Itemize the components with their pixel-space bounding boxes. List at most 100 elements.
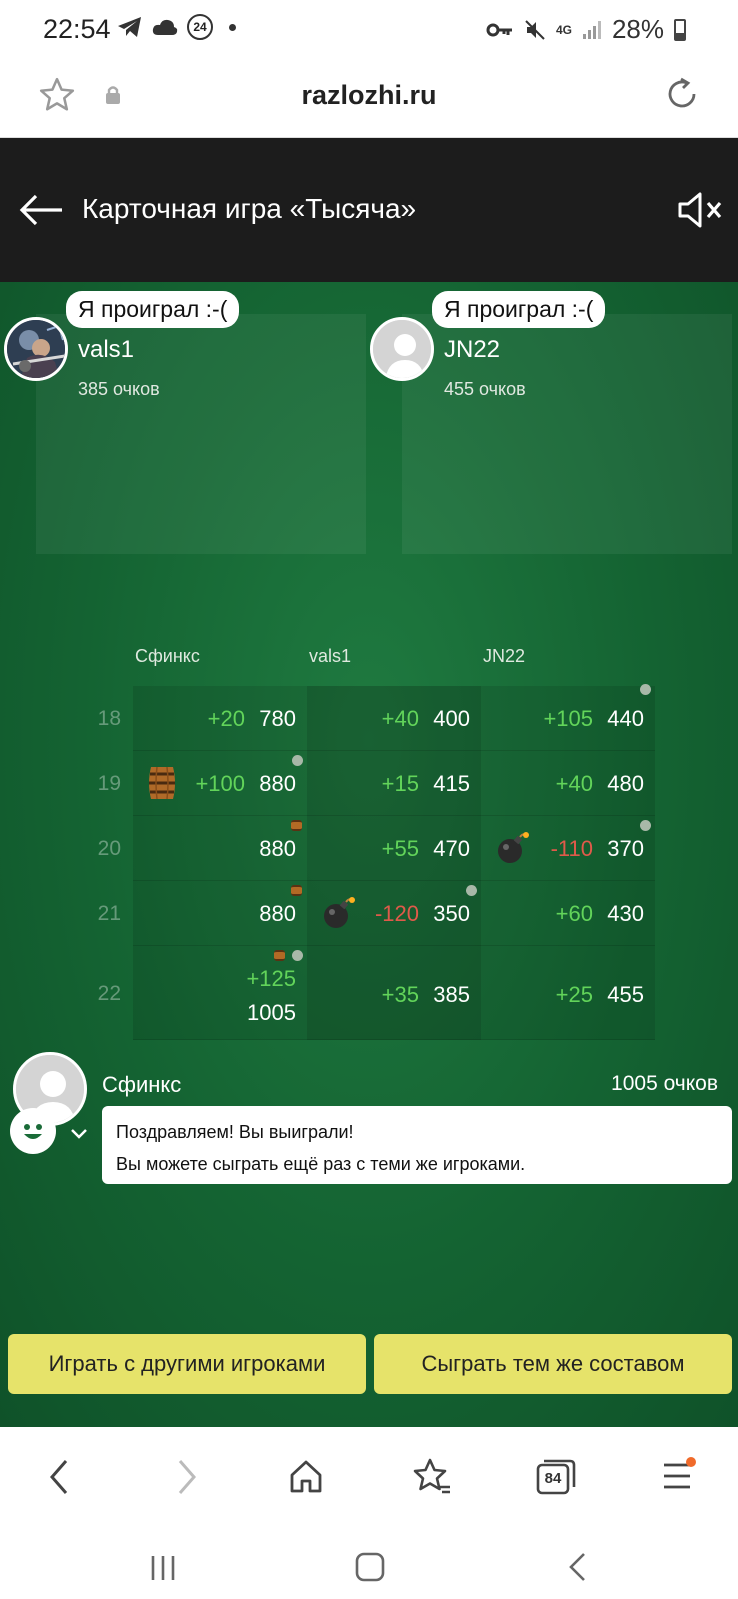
badge-24-icon: 24: [187, 14, 213, 40]
recent-apps-icon[interactable]: [148, 1553, 178, 1583]
home-icon[interactable]: [288, 1457, 324, 1495]
chevron-down-icon[interactable]: [70, 1128, 88, 1140]
round-number: 21: [97, 902, 121, 925]
table-row: 21 880 -120 350 +60 430: [98, 881, 655, 946]
play-with-others-button[interactable]: Играть с другими игроками: [8, 1334, 366, 1394]
score-delta: +100: [195, 771, 245, 796]
table-row: 22 +125 1005 +35 385 +25 455: [98, 946, 655, 1040]
back-icon[interactable]: [46, 1457, 72, 1497]
score-total: 350: [433, 901, 470, 926]
barrel-mark-icon: [274, 950, 285, 961]
score-cell: +40 480: [481, 751, 655, 816]
dealer-dot-icon: [640, 820, 651, 831]
home-system-icon[interactable]: [354, 1551, 386, 1583]
score-delta: -110: [550, 836, 593, 861]
status-bar: 22:54 24 4G 28%: [0, 0, 738, 58]
game-table: Я проиграл :-( vals1 385 очков Я проигра…: [0, 282, 738, 1427]
back-system-icon[interactable]: [566, 1551, 588, 1583]
bookmarks-star-icon[interactable]: [412, 1457, 452, 1497]
dealer-dot-icon: [466, 885, 477, 896]
signal-icon: [582, 20, 601, 39]
score-total: 370: [607, 836, 644, 861]
tabs-button[interactable]: 84: [536, 1457, 576, 1497]
column-header-jn22: JN22: [483, 646, 526, 666]
score-cell: +20 780: [133, 686, 307, 751]
score-cell: +25 455: [481, 946, 655, 1040]
score-delta: +40: [555, 771, 593, 796]
message-box: Поздравляем! Вы выиграли! Вы можете сыгр…: [102, 1106, 732, 1184]
score-total: 880: [259, 771, 296, 796]
score-delta: -120: [374, 901, 419, 926]
column-header-sphinx: Сфинкс: [135, 646, 200, 666]
message-line: Вы можете сыграть ещё раз с теми же игро…: [116, 1154, 526, 1174]
score-total: 470: [433, 836, 470, 861]
score-cell: +100 880: [133, 751, 307, 816]
score-total: 385: [433, 982, 470, 1007]
avatar-jn22[interactable]: [370, 317, 434, 381]
notification-dot-icon: [686, 1457, 696, 1467]
dealer-dot-icon: [292, 950, 303, 961]
bomb-icon: [498, 832, 529, 863]
score-total: 780: [259, 706, 296, 731]
score-total: 455: [607, 982, 644, 1007]
forward-icon[interactable]: [174, 1457, 200, 1497]
tabs-count: 84: [544, 1469, 562, 1487]
battery-icon: [674, 18, 686, 41]
round-number: 18: [97, 707, 121, 730]
round-number: 22: [97, 982, 121, 1005]
score-cell: -120 350: [307, 881, 481, 946]
sound-off-icon[interactable]: [676, 190, 724, 230]
mute-vibrate-icon: [525, 19, 545, 40]
address-bar: razlozhi.ru: [0, 58, 738, 138]
score-cell: +55 470: [307, 816, 481, 881]
dealer-dot-icon: [640, 684, 651, 695]
score-delta: +125: [246, 966, 296, 991]
reload-icon[interactable]: [664, 76, 700, 112]
avatar-vals1[interactable]: [4, 317, 68, 381]
winner-name: Сфинкс: [102, 1072, 182, 1097]
page-title: Карточная игра «Тысяча»: [82, 193, 417, 224]
bomb-icon: [324, 897, 355, 928]
score-total: 415: [433, 771, 470, 796]
battery-level: 28%: [611, 14, 664, 44]
score-cell: 880: [133, 816, 307, 881]
score-cell: -110 370: [481, 816, 655, 881]
emoji-button[interactable]: [10, 1108, 56, 1154]
score-delta: +60: [555, 901, 593, 926]
back-arrow-icon[interactable]: [18, 193, 64, 227]
url-field[interactable]: razlozhi.ru: [0, 80, 738, 111]
column-header-vals1: vals1: [309, 646, 352, 666]
score-delta: +15: [381, 771, 419, 796]
barrel-icon: [149, 766, 175, 800]
winner-block: Сфинкс 1005 очков Поздравляем! Вы выигра…: [0, 1052, 738, 1192]
score-total: 480: [607, 771, 644, 796]
network-type: 4G: [555, 22, 572, 37]
score-total: 400: [433, 706, 470, 731]
score-delta: +55: [381, 836, 419, 861]
score-cell: +60 430: [481, 881, 655, 946]
barrel-mark-icon: [291, 820, 302, 831]
system-navigation-bar: [0, 1537, 738, 1599]
app-header: Карточная игра «Тысяча»: [0, 138, 738, 282]
player-name-jn22: JN22: [444, 336, 501, 363]
round-number: 20: [97, 837, 121, 860]
score-cell: +125 1005: [133, 946, 307, 1040]
play-same-players-button[interactable]: Сыграть тем же составом: [374, 1334, 732, 1394]
score-total: 430: [607, 901, 644, 926]
dealer-dot-icon: [292, 755, 303, 766]
score-delta: +40: [381, 706, 419, 731]
table-row: 19 +100 880 +15 415 +40 480: [98, 751, 655, 816]
player-name-vals1: vals1: [78, 336, 135, 363]
score-cell: 880: [133, 881, 307, 946]
score-cell: +105 440: [481, 684, 655, 751]
player-score-jn22: 455 очков: [444, 379, 526, 399]
barrel-mark-icon: [291, 885, 302, 896]
speech-bubble-vals1: Я проиграл :-(: [66, 291, 240, 328]
cloud-icon: [152, 19, 178, 35]
browser-toolbar: 84: [0, 1427, 738, 1537]
round-number: 19: [97, 772, 121, 795]
status-time: 22:54: [43, 14, 111, 44]
score-total: 880: [259, 836, 296, 861]
score-total: 880: [259, 901, 296, 926]
menu-button[interactable]: [662, 1457, 696, 1491]
